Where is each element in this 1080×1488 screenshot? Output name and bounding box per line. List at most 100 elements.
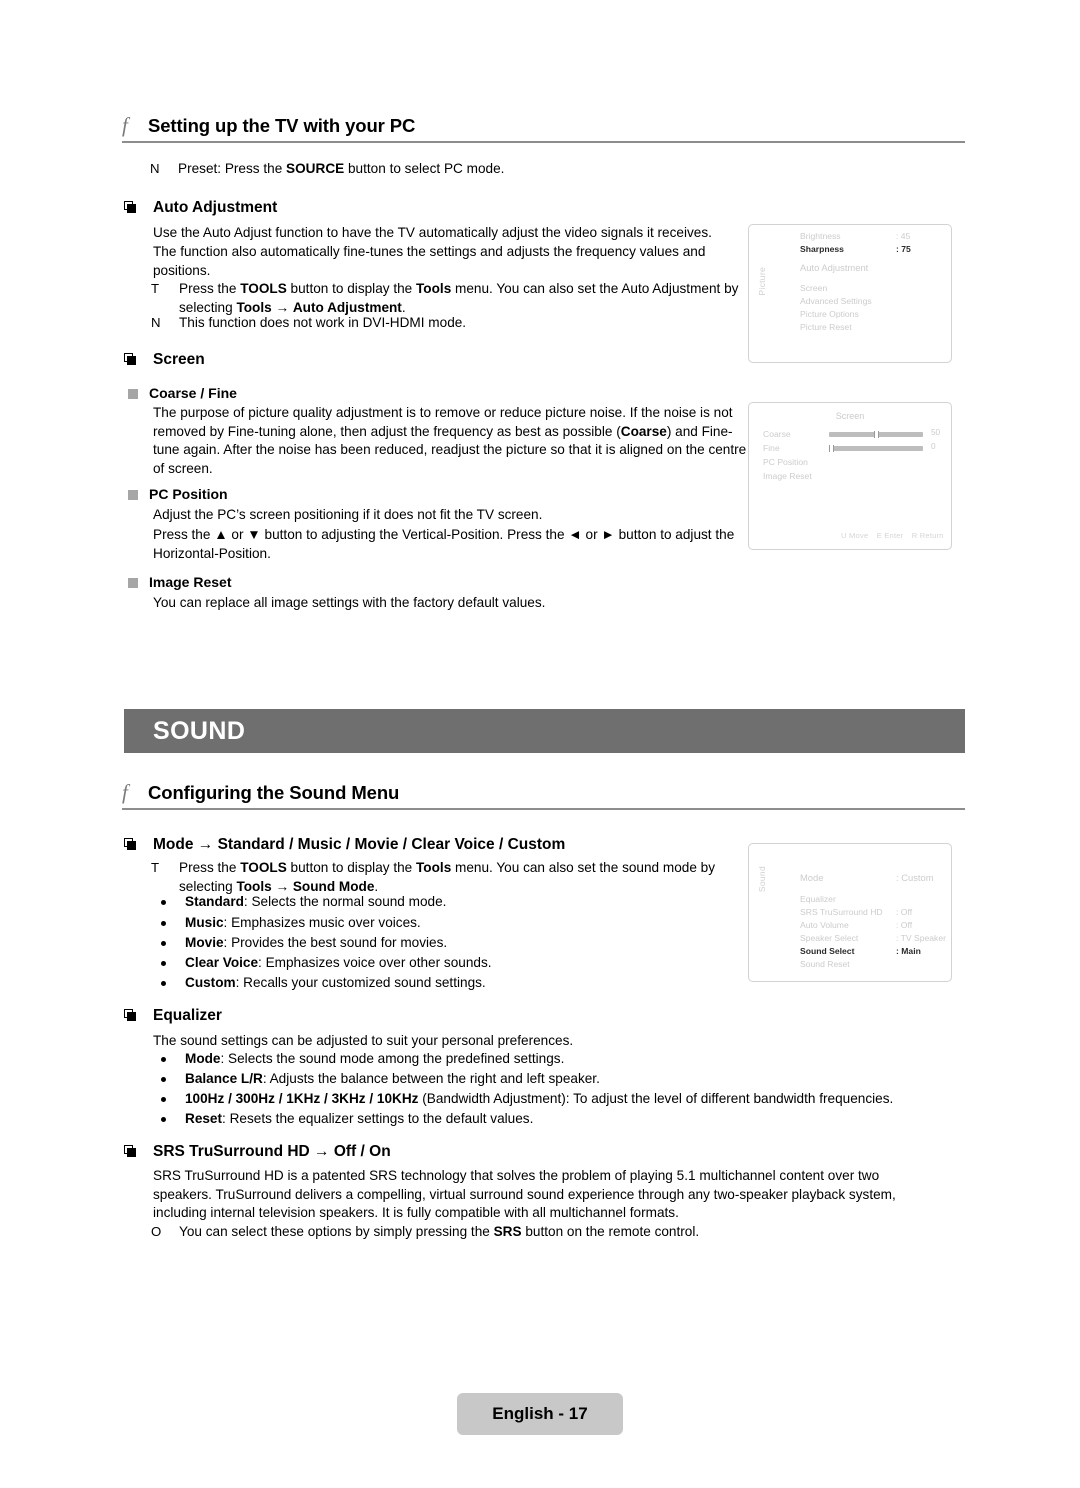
osd-row: Brightness : 45 (800, 231, 951, 241)
osd-row-label: Sound Reset (800, 959, 850, 969)
list-item: Clear Voice: Emphasizes voice over other… (158, 954, 758, 973)
list-item: Mode: Selects the sound mode among the p… (158, 1050, 948, 1069)
osd-picture-menu: Picture Brightness : 45 Sharpness : 75 A… (748, 224, 952, 363)
osd-row-label: Speaker Select (800, 933, 859, 943)
section-heading-sound-label: Configuring the Sound Menu (148, 782, 400, 803)
osd-row-value: : Off (896, 907, 913, 917)
osd-row: Sound Select : Main (800, 946, 951, 956)
list-item-text: Music: Emphasizes music over voices. (185, 915, 421, 930)
list-item: 100Hz / 300Hz / 1KHz / 3KHz / 10KHz (Ban… (158, 1090, 948, 1109)
list-item: Music: Emphasizes music over voices. (158, 914, 758, 933)
note-marker: T (151, 860, 160, 875)
osd-row-label: Auto Adjustment (800, 262, 869, 273)
section-marker-icon: f (122, 780, 128, 804)
osd-row-label: Fine (763, 443, 780, 453)
note-marker: N (150, 161, 160, 176)
bullet-dot-icon (158, 1070, 185, 1082)
osd-row: Sharpness : 75 (800, 244, 951, 254)
heading-srs-trusurround: SRS TruSurround HD → Off / On (124, 1142, 391, 1161)
osd-picture-vertical-tab: Picture (757, 267, 767, 296)
osd-row: Image Reset (763, 471, 825, 481)
osd-row-label: Sound Select (800, 946, 855, 956)
list-item: Standard: Selects the normal sound mode. (158, 893, 758, 912)
osd-row: Sound Reset (800, 959, 951, 969)
osd-row-value: : Main (896, 946, 921, 956)
note-dvi-hdmi: N This function does not work in DVI-HDM… (151, 314, 761, 333)
osd-row-value: : 75 (896, 244, 911, 254)
para-pc-position-2: Press the ▲ or ▼ button to adjusting the… (153, 527, 735, 561)
osd-row-value: : 45 (896, 231, 911, 241)
manual-page: f Setting up the TV with your PC N Prese… (0, 0, 1080, 1488)
heading-srs-trusurround-label: SRS TruSurround HD → Off / On (153, 1143, 391, 1160)
osd-row-value: : Custom (896, 872, 934, 883)
list-item-text: Reset: Resets the equalizer settings to … (185, 1111, 534, 1126)
sound-banner: SOUND (124, 709, 965, 753)
note-marker: O (151, 1224, 162, 1239)
subheading-image-reset: Image Reset (128, 574, 231, 590)
osd-screen-menu: Screen Coarse 50 Fine 0 PC Position Imag… (748, 402, 952, 550)
list-item-text: Balance L/R: Adjusts the balance between… (185, 1071, 600, 1086)
sound-banner-label: SOUND (153, 716, 246, 745)
para-auto-adjust-2: The function also automatically fine-tun… (153, 244, 706, 278)
section-marker-icon: f (122, 113, 128, 137)
osd-row-label: Mode (800, 872, 824, 883)
para-auto-adjust-1: Use the Auto Adjust function to have the… (153, 225, 712, 240)
heading-sound-mode-label: Mode → Standard / Music / Movie / Clear … (153, 836, 566, 853)
note-preset: N Preset: Press the SOURCE button to sel… (150, 160, 770, 179)
osd-row-label: Advanced Settings (800, 296, 872, 306)
heading-screen: Screen (124, 350, 205, 369)
list-item-text: 100Hz / 300Hz / 1KHz / 3KHz / 10KHz (Ban… (185, 1091, 894, 1106)
osd-row: Auto Volume : Off (800, 920, 951, 930)
subheading-coarse-fine-label: Coarse / Fine (149, 385, 237, 401)
para-srs: SRS TruSurround HD is a patented SRS tec… (153, 1168, 896, 1221)
bullet-dot-icon (158, 914, 185, 926)
para-pc-position-1: Adjust the PC’s screen positioning if it… (153, 507, 543, 522)
list-item-text: Movie: Provides the best sound for movie… (185, 935, 448, 950)
para-coarse-fine: The purpose of picture quality adjustmen… (153, 405, 747, 476)
gray-square-bullet-icon (128, 490, 138, 500)
list-item-text: Custom: Recalls your customized sound se… (185, 975, 486, 990)
subheading-coarse-fine: Coarse / Fine (128, 385, 237, 401)
bullet-dot-icon (158, 1110, 185, 1122)
osd-row-label: Sharpness (800, 244, 844, 254)
note-tools-sound-mode-text: Press the TOOLS button to display the To… (179, 860, 716, 894)
note-tools-auto-adjustment-text: Press the TOOLS button to display the To… (179, 281, 739, 315)
gray-square-bullet-icon (128, 389, 138, 399)
osd-sound-vertical-tab: Sound (757, 866, 767, 893)
note-preset-text: Preset: Press the SOURCE button to selec… (178, 161, 505, 176)
list-item: Movie: Provides the best sound for movie… (158, 934, 758, 953)
osd-row: Auto Adjustment ▶ (800, 262, 951, 273)
note-tools-sound-mode: T Press the TOOLS button to display the … (151, 859, 761, 896)
osd-screen-title: Screen (835, 411, 865, 421)
osd-row-label: Picture Options (800, 309, 859, 319)
osd-row-value: : Off (896, 920, 913, 930)
list-item: Reset: Resets the equalizer settings to … (158, 1110, 948, 1129)
osd-row-label: Image Reset (763, 471, 812, 481)
section-heading-sound: f Configuring the Sound Menu (122, 780, 965, 810)
osd-row-label: Coarse (763, 429, 791, 439)
osd-row-label: Equalizer (800, 894, 836, 904)
hint-enter: E Enter (876, 531, 904, 540)
fine-slider[interactable] (829, 445, 923, 452)
note-srs-button-text: You can select these options by simply p… (179, 1224, 700, 1239)
osd-row-label: Screen (800, 283, 828, 293)
heading-sound-mode: Mode → Standard / Music / Movie / Clear … (124, 835, 565, 854)
osd-row-label: Picture Reset (800, 322, 852, 332)
note-srs-button: O You can select these options by simply… (151, 1223, 941, 1242)
osd-row: PC Position (763, 457, 825, 467)
osd-row: Mode : Custom ▶ (800, 872, 951, 883)
bullet-dot-icon (158, 893, 185, 905)
coarse-slider[interactable] (829, 431, 923, 438)
osd-row: Picture Reset (800, 322, 896, 332)
list-item-text: Clear Voice: Emphasizes voice over other… (185, 955, 492, 970)
note-marker: N (151, 315, 161, 330)
bullet-dot-icon (158, 974, 185, 986)
osd-row-value: : TV Speaker (896, 933, 946, 943)
list-item-text: Standard: Selects the normal sound mode. (185, 894, 447, 909)
osd-row: Picture Options (800, 309, 896, 319)
osd-row: Advanced Settings (800, 296, 896, 306)
list-item: Balance L/R: Adjusts the balance between… (158, 1070, 948, 1089)
osd-row: Fine (763, 443, 825, 453)
osd-row-label: PC Position (763, 457, 808, 467)
list-item: Custom: Recalls your customized sound se… (158, 974, 758, 993)
